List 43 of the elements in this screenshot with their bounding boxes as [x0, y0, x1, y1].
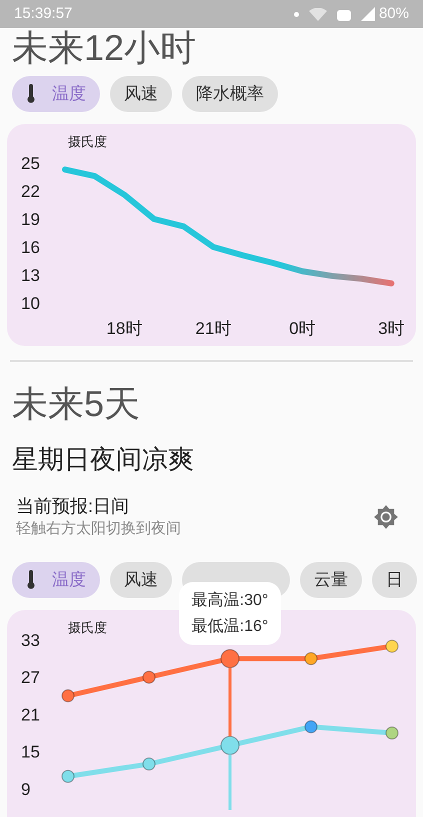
thermometer-icon [26, 84, 36, 104]
tick-label: 15 [21, 742, 40, 762]
selection-line [228, 668, 232, 736]
axis-label: 摄氏度 [68, 620, 107, 635]
filter-chip[interactable]: 云量 [300, 562, 362, 598]
tick-label: 19 [21, 210, 40, 229]
section-title: 未来5天 [12, 386, 140, 422]
data-point [142, 758, 156, 770]
filter-chip[interactable]: 日 [372, 562, 417, 598]
tick-label: 0时 [289, 319, 316, 338]
thermometer-icon [26, 570, 36, 590]
axis-label: 摄氏度 [68, 134, 107, 149]
notification-dot-icon [294, 12, 299, 16]
tick-label: 25 [21, 154, 40, 173]
forecast-summary: 星期日夜间凉爽 [12, 446, 194, 472]
tick-label: 22 [21, 182, 40, 201]
tick-label: 21 [21, 705, 40, 724]
status-time: 15:39:57 [14, 4, 72, 24]
tick-label: 10 [21, 294, 40, 313]
filter-chip[interactable]: 风速 [110, 562, 172, 598]
signal-icon [360, 7, 375, 21]
section-title: 未来12小时 [12, 30, 196, 66]
tooltip-text: 最低温:16° [192, 616, 268, 636]
tick-label: 27 [21, 668, 40, 688]
tick-label: 33 [21, 631, 40, 650]
sun-toggle-icon[interactable] [373, 504, 399, 530]
tick-label: 13 [21, 266, 40, 285]
tick-label: 21时 [195, 319, 232, 338]
tick-label: 18时 [106, 319, 142, 338]
data-point [220, 736, 240, 755]
mode-hint: 轻触右方太阳切换到夜间 [16, 519, 181, 539]
tooltip-text: 最高温:30° [192, 590, 268, 610]
tick-label: 9 [21, 780, 30, 799]
data-point [304, 720, 318, 734]
battery-percent: 80% [378, 4, 409, 24]
selection-line [228, 754, 232, 810]
filter-chip[interactable]: 风速 [110, 76, 172, 112]
tick-label: 3时 [378, 319, 405, 338]
forecast-mode: 当前预报:日间 [16, 495, 130, 518]
data-point [62, 770, 74, 783]
filter-chip[interactable]: 降水概率 [182, 76, 278, 112]
data-point [386, 726, 398, 740]
tick-label: 16 [21, 238, 40, 257]
